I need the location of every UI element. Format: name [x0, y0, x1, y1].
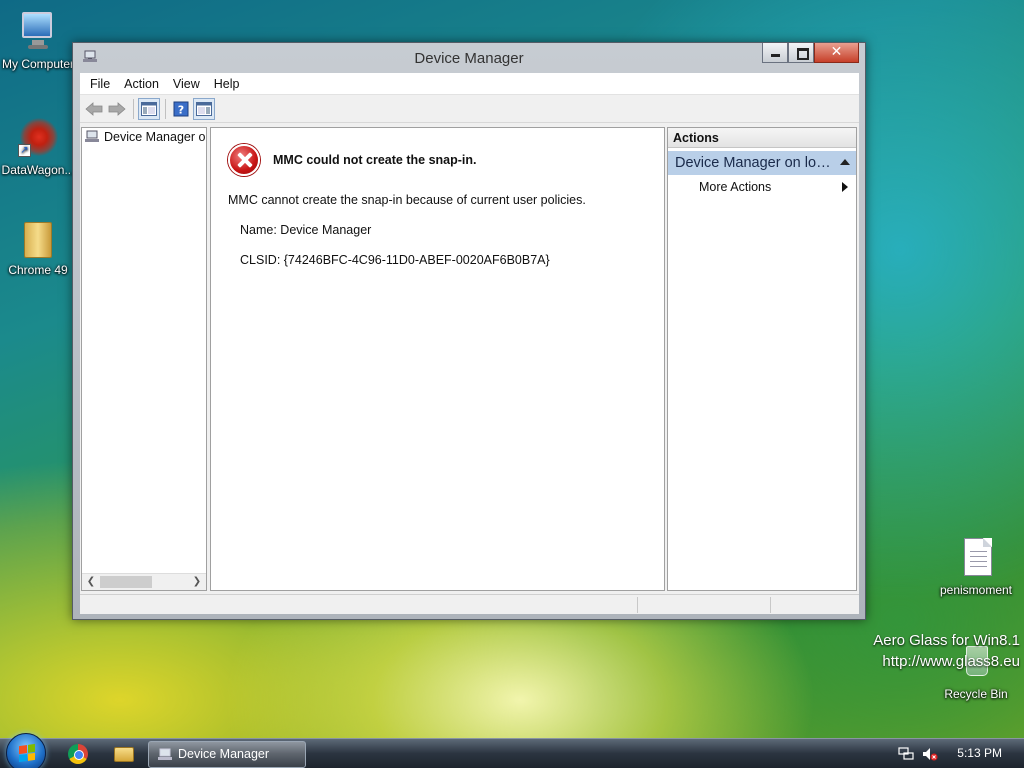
error-header: MMC could not create the snap-in. — [228, 144, 477, 176]
error-message: MMC cannot create the snap-in because of… — [228, 193, 586, 207]
device-manager-window: Device Manager ✕ File Action View Help ?… — [72, 42, 866, 620]
desktop-icon-label: Recycle Bin — [944, 687, 1008, 701]
toolbar: ? — [80, 96, 859, 123]
window-client-area: File Action View Help ? Device Manager o… — [80, 73, 859, 614]
more-actions-item[interactable]: More Actions — [668, 177, 856, 197]
desktop-icon-chrome-49[interactable]: Chrome 49 — [0, 216, 76, 277]
minimize-button[interactable] — [762, 43, 788, 63]
error-title: MMC could not create the snap-in. — [273, 153, 477, 167]
desktop-icon-label: DataWagon... — [1, 163, 75, 177]
back-button[interactable] — [83, 98, 105, 120]
status-divider — [637, 597, 638, 613]
caption-buttons: ✕ — [762, 43, 859, 63]
taskbar-task-label: Device Manager — [178, 747, 270, 761]
status-divider — [770, 597, 771, 613]
more-actions-label: More Actions — [699, 180, 772, 194]
error-icon — [228, 144, 260, 176]
close-button[interactable]: ✕ — [814, 43, 859, 63]
forward-button[interactable] — [106, 98, 128, 120]
device-manager-icon — [85, 130, 99, 142]
desktop-icon-datawagon[interactable]: ↗ DataWagon... — [0, 116, 76, 177]
tree-item-label: Device Manager on local computer — [104, 130, 206, 144]
desktop-icon-label: penismoment — [939, 583, 1013, 597]
taskbar-device-manager[interactable]: Device Manager — [148, 741, 306, 768]
forward-arrow-icon — [108, 102, 126, 116]
toolbar-separator — [133, 99, 134, 119]
menu-file[interactable]: File — [83, 74, 117, 94]
watermark-line-2: http://www.glass8.eu — [882, 653, 1020, 670]
folder-icon — [16, 216, 60, 260]
menu-bar: File Action View Help — [80, 73, 859, 95]
console-tree-icon — [141, 102, 157, 116]
close-icon: ✕ — [830, 44, 843, 60]
taskbar: Device Manager 5:13 PM — [0, 733, 1024, 768]
taskbar-clock[interactable]: 5:13 PM — [957, 746, 1002, 760]
windows-logo-icon — [19, 743, 35, 763]
text-document-icon — [954, 536, 998, 580]
datawagon-icon: ↗ — [16, 116, 60, 160]
show-hide-action-pane-button[interactable] — [193, 98, 215, 120]
help-button[interactable]: ? — [170, 98, 192, 120]
svg-text:?: ? — [178, 104, 184, 117]
scroll-left-icon[interactable]: ❮ — [83, 574, 99, 590]
menu-action[interactable]: Action — [117, 74, 166, 94]
shortcut-arrow-icon: ↗ — [18, 144, 31, 157]
file-explorer-icon[interactable] — [114, 747, 134, 762]
toolbar-separator — [165, 99, 166, 119]
desktop-icon-label: My Computer — [1, 57, 75, 71]
help-icon: ? — [173, 101, 189, 117]
scrollbar-thumb[interactable] — [100, 576, 152, 588]
back-arrow-icon — [85, 102, 103, 116]
actions-header: Actions — [668, 128, 856, 148]
console-tree-pane: Device Manager on local computer ❮ ❯ — [81, 127, 207, 591]
menu-view[interactable]: View — [166, 74, 207, 94]
menu-help[interactable]: Help — [207, 74, 247, 94]
result-pane: MMC could not create the snap-in. MMC ca… — [210, 127, 665, 591]
horizontal-scrollbar[interactable]: ❮ ❯ — [82, 573, 206, 590]
actions-section-device-manager[interactable]: Device Manager on local computer — [668, 151, 856, 175]
actions-section-label: Device Manager on local computer — [675, 155, 833, 171]
collapse-arrow-icon[interactable] — [840, 159, 850, 165]
network-icon[interactable] — [898, 747, 914, 761]
actions-pane: Actions Device Manager on local computer… — [667, 127, 857, 591]
status-bar — [80, 594, 859, 614]
maximize-button[interactable] — [788, 43, 814, 63]
tree-item-device-manager[interactable]: Device Manager on local computer — [84, 130, 206, 144]
error-snapin-name: Name: Device Manager — [240, 223, 372, 237]
desktop-icon-label: Chrome 49 — [8, 263, 68, 277]
show-hide-console-tree-button[interactable] — [138, 98, 160, 120]
scroll-right-icon[interactable]: ❯ — [189, 574, 205, 590]
start-button[interactable] — [6, 733, 46, 768]
aero-glass-watermark: Aero Glass for Win8.1 http://www.glass8.… — [873, 630, 1020, 672]
desktop-icon-penismoment[interactable]: penismoment — [936, 536, 1016, 597]
submenu-arrow-icon — [842, 182, 848, 192]
title-bar[interactable]: Device Manager ✕ — [73, 43, 865, 73]
volume-muted-icon[interactable] — [922, 747, 938, 761]
error-clsid: CLSID: {74246BFC-4C96-11D0-ABEF-0020AF6B… — [240, 253, 550, 267]
action-pane-icon — [196, 102, 212, 116]
desktop-icon-my-computer[interactable]: My Computer — [0, 10, 76, 71]
window-title: Device Manager — [414, 50, 524, 67]
computer-icon — [16, 10, 60, 54]
chrome-icon[interactable] — [68, 744, 88, 764]
device-manager-icon — [158, 748, 172, 760]
watermark-line-1: Aero Glass for Win8.1 — [873, 632, 1020, 649]
